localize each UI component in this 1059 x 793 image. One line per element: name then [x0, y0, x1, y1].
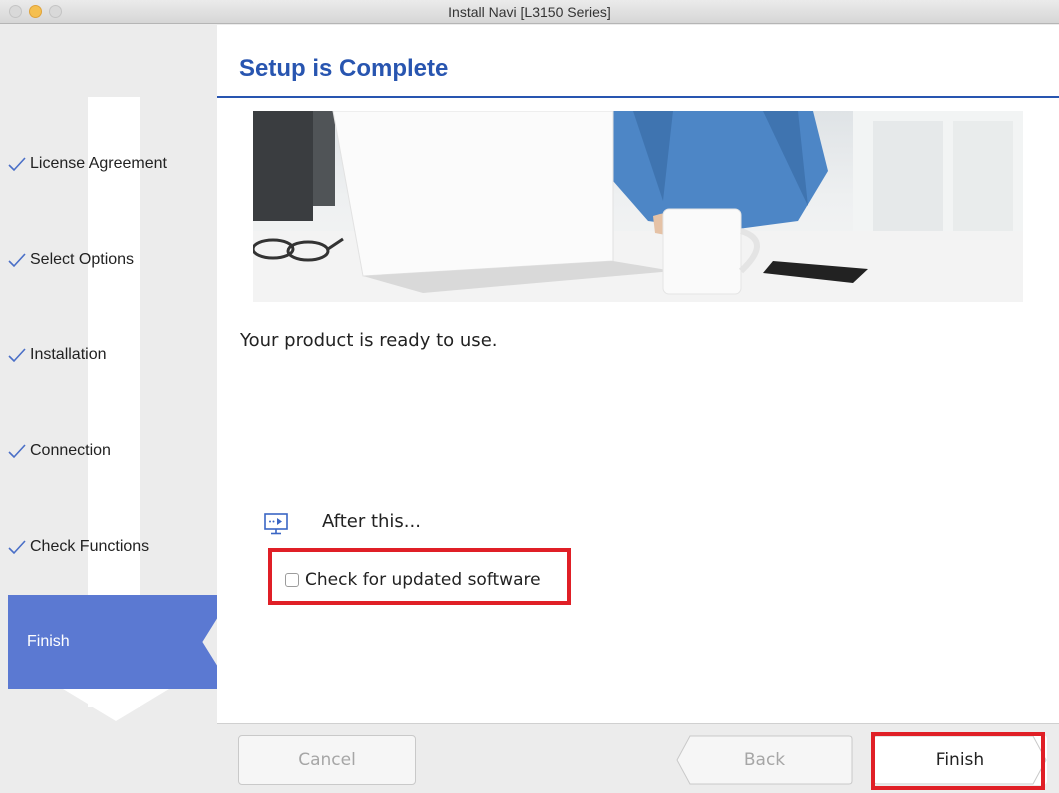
update-checkbox-row[interactable]: Check for updated software [285, 570, 541, 590]
office-desk-illustration [253, 111, 1023, 302]
step-select-options: Select Options [8, 240, 213, 280]
cancel-button[interactable]: Cancel [238, 735, 416, 785]
step-license-agreement: License Agreement [8, 144, 213, 184]
window-title: Install Navi [L3150 Series] [448, 4, 611, 20]
step-label: Installation [30, 346, 107, 363]
update-software-checkbox[interactable] [285, 573, 299, 587]
window-titlebar: Install Navi [L3150 Series] [0, 0, 1059, 24]
checkmark-icon [8, 540, 26, 555]
completion-message: Your product is ready to use. [240, 330, 498, 351]
main-panel: Setup is Complete Your product is ready … [217, 25, 1059, 723]
step-finish-current: Finish [8, 595, 217, 689]
checkmark-icon [8, 253, 26, 268]
button-bar: Cancel Back Finish [217, 723, 1059, 793]
checkmark-icon [8, 444, 26, 459]
step-label: License Agreement [30, 155, 167, 172]
step-label: Finish [27, 633, 70, 650]
step-check-functions: Check Functions [8, 527, 213, 567]
back-button[interactable]: Back [676, 735, 853, 785]
progress-arrow-head [63, 689, 169, 721]
title-divider [217, 96, 1059, 98]
finish-highlight-box [871, 732, 1045, 790]
page-title: Setup is Complete [239, 55, 449, 82]
back-button-label: Back [743, 750, 786, 770]
steps-sidebar: License Agreement Select Options Install… [0, 25, 217, 793]
step-label: Select Options [30, 251, 135, 268]
update-checkbox-label[interactable]: Check for updated software [305, 570, 541, 590]
checkmark-icon [8, 157, 26, 172]
monitor-arrow-icon [264, 513, 288, 535]
step-connection: Connection [8, 431, 213, 471]
hero-photo [253, 111, 1023, 302]
step-label: Connection [30, 442, 111, 459]
step-label: Check Functions [30, 538, 150, 555]
checkmark-icon [8, 348, 26, 363]
step-installation: Installation [8, 335, 213, 375]
cancel-button-label: Cancel [298, 750, 356, 770]
after-this-label: After this... [322, 511, 421, 532]
